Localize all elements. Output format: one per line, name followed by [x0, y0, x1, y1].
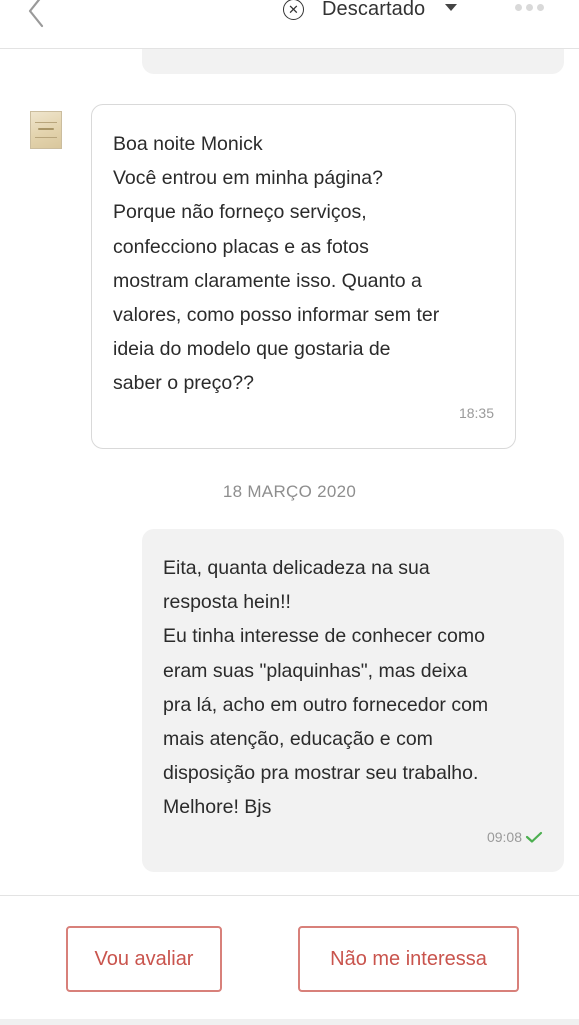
not-interested-button[interactable]: Não me interessa [298, 926, 519, 992]
check-icon [525, 831, 543, 843]
avatar-image [35, 122, 57, 138]
back-button[interactable] [22, 0, 52, 28]
chevron-left-icon [28, 0, 44, 28]
message-text: Boa noite Monick Você entrou em minha pá… [113, 133, 440, 395]
message-time-label: 18:35 [458, 405, 494, 421]
more-dot-icon [515, 4, 522, 11]
rate-button[interactable]: Vou avaliar [66, 926, 222, 992]
date-separator: 18 MARÇO 2020 [222, 482, 357, 501]
outgoing-message-bubble: Eita, quanta delicadeza na sua resposta … [142, 529, 564, 872]
message-time: 18:35 [459, 405, 494, 421]
caret-down-icon [445, 3, 458, 11]
message-text: Eita, quanta delicadeza na sua resposta … [163, 557, 489, 819]
chat-header: ✕ Descartado [0, 0, 579, 49]
action-footer: Vou avaliar Não me interessa [0, 895, 579, 1025]
more-options-button[interactable] [515, 4, 544, 11]
status-dropdown[interactable]: ✕ Descartado [283, 0, 458, 24]
status-label: Descartado [322, 0, 426, 20]
message-time: 09:08 [487, 829, 543, 845]
close-circle-icon: ✕ [283, 0, 304, 20]
message-time-label: 09:08 [486, 829, 522, 845]
more-dot-icon [526, 4, 533, 11]
bottom-divider [0, 1019, 579, 1025]
sender-avatar[interactable] [30, 111, 62, 149]
incoming-message-bubble: Boa noite Monick Você entrou em minha pá… [91, 104, 516, 449]
more-dot-icon [537, 4, 544, 11]
